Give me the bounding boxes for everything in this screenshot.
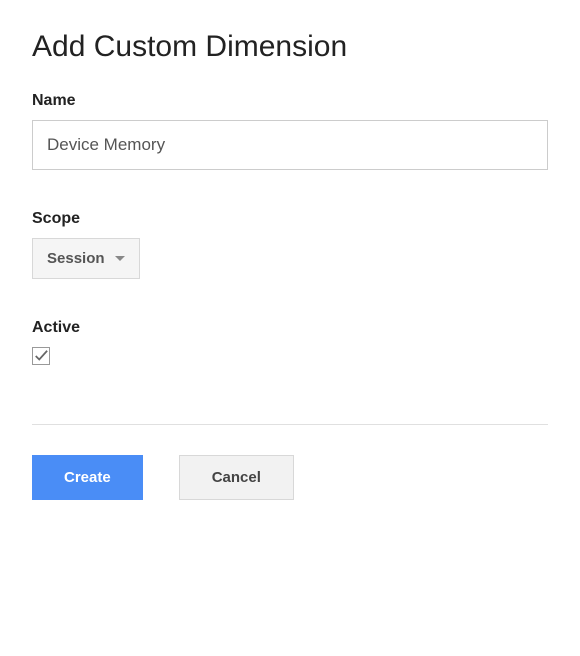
name-label: Name <box>32 92 548 110</box>
button-row: Create Cancel <box>32 455 548 500</box>
name-section: Name <box>32 92 548 170</box>
active-checkbox[interactable] <box>32 347 50 365</box>
create-button[interactable]: Create <box>32 455 143 500</box>
scope-label: Scope <box>32 210 548 228</box>
chevron-down-icon <box>115 256 125 261</box>
divider <box>32 424 548 425</box>
scope-selected-value: Session <box>47 250 105 267</box>
cancel-button[interactable]: Cancel <box>179 455 294 500</box>
page-title: Add Custom Dimension <box>32 30 548 64</box>
active-section: Active <box>32 319 548 368</box>
scope-dropdown[interactable]: Session <box>32 238 140 279</box>
checkmark-icon <box>34 349 48 363</box>
name-input[interactable] <box>32 120 548 170</box>
scope-section: Scope Session <box>32 210 548 279</box>
active-label: Active <box>32 319 548 337</box>
